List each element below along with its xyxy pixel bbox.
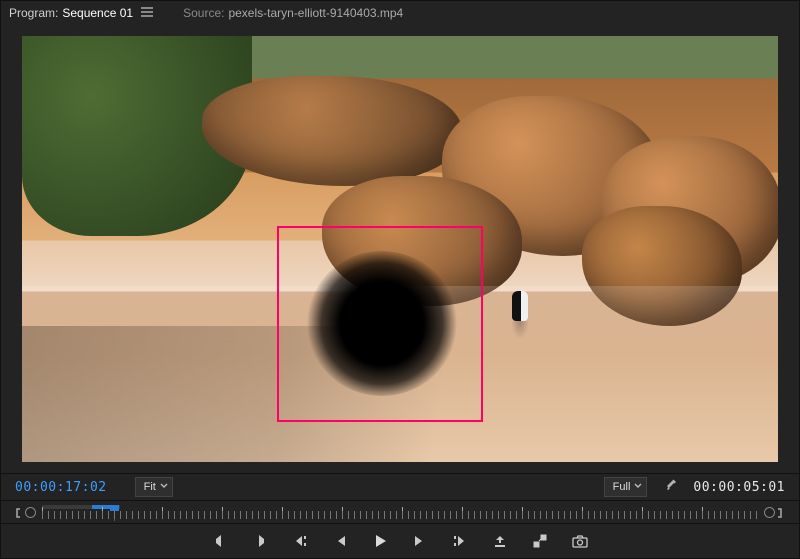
go-to-in-button[interactable] (291, 532, 309, 550)
zoom-handle-right[interactable] (764, 507, 775, 518)
panel-header: Program: Sequence 01 Source: pexels-tary… (1, 1, 799, 25)
mark-in-icon (213, 534, 227, 548)
camera-icon (572, 534, 588, 548)
video-frame[interactable] (22, 36, 778, 462)
zoom-handle-left[interactable] (25, 507, 36, 518)
playhead-timecode[interactable]: 00:00:17:02 (15, 480, 107, 495)
mark-out-button[interactable] (251, 532, 269, 550)
panel-menu-icon[interactable] (141, 6, 153, 20)
extract-icon (532, 534, 548, 548)
status-bar: 00:00:17:02 Fit Full 00:00:05:01 (1, 473, 799, 500)
bracket-right-icon[interactable] (775, 507, 785, 517)
blur-effect-blob[interactable] (307, 251, 457, 396)
source-filename[interactable]: pexels-taryn-elliott-9140403.mp4 (228, 6, 403, 20)
play-button[interactable] (371, 532, 389, 550)
source-label: Source: (183, 6, 224, 20)
monitor-viewport[interactable] (1, 25, 799, 473)
transport-controls (1, 523, 799, 558)
resolution-value: Full (613, 481, 631, 493)
time-ruler[interactable] (42, 505, 758, 519)
duration-timecode[interactable]: 00:00:05:01 (693, 480, 785, 495)
zoom-level-dropdown[interactable]: Fit (135, 477, 173, 497)
play-icon (373, 534, 387, 548)
step-back-icon (333, 534, 347, 548)
mark-out-icon (253, 534, 267, 548)
bracket-left-icon[interactable] (15, 507, 25, 517)
settings-wrench-icon[interactable] (665, 479, 679, 496)
extract-button[interactable] (531, 532, 549, 550)
go-to-in-icon (292, 534, 308, 548)
ruler-minor-ticks (42, 511, 758, 519)
sequence-name[interactable]: Sequence 01 (62, 6, 133, 20)
time-ruler-row (1, 500, 799, 523)
program-label: Program: (9, 6, 58, 20)
go-to-out-button[interactable] (451, 532, 469, 550)
zoom-level-value: Fit (144, 481, 156, 493)
step-forward-icon (413, 534, 427, 548)
go-to-out-icon (452, 534, 468, 548)
export-frame-button[interactable] (571, 532, 589, 550)
program-monitor-panel: Program: Sequence 01 Source: pexels-tary… (0, 0, 800, 559)
lift-icon (492, 534, 508, 548)
step-forward-button[interactable] (411, 532, 429, 550)
resolution-dropdown[interactable]: Full (604, 477, 648, 497)
lift-button[interactable] (491, 532, 509, 550)
chevron-down-icon (634, 481, 642, 493)
mark-in-button[interactable] (211, 532, 229, 550)
scene-penguin (512, 291, 528, 321)
chevron-down-icon (160, 481, 168, 493)
step-back-button[interactable] (331, 532, 349, 550)
